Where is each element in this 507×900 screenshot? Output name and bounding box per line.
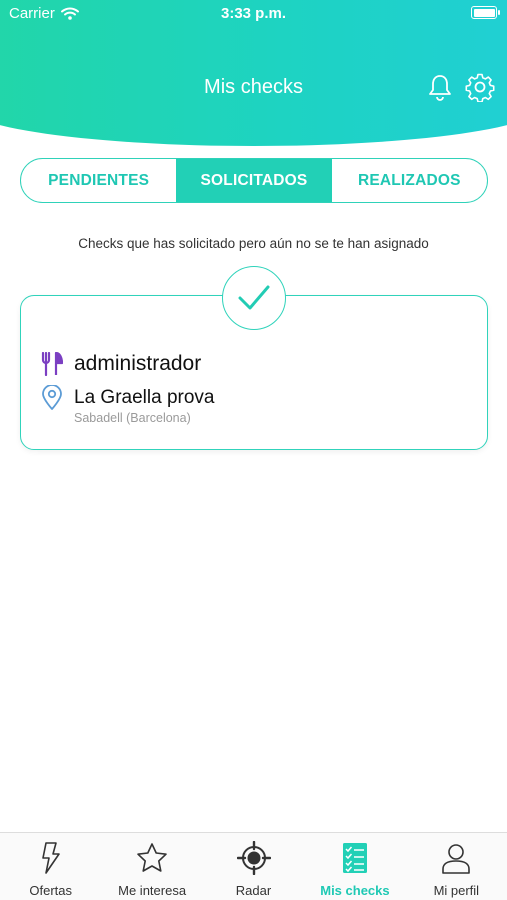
card-city: Sabadell (Barcelona): [74, 411, 191, 425]
tab-realizados[interactable]: REALIZADOS: [332, 159, 487, 202]
tabbar-label: Radar: [235, 883, 272, 898]
bell-icon[interactable]: [425, 72, 455, 102]
battery-icon: [471, 6, 500, 19]
status-time: 3:33 p.m.: [220, 5, 287, 22]
tabbar-item-mi-perfil[interactable]: Mi perfil: [406, 833, 507, 900]
card-place-row: La Graella prova: [40, 385, 214, 411]
tabbar-label: Ofertas: [29, 883, 73, 898]
card-role-row: administrador: [40, 351, 201, 377]
checkmark-icon: [222, 266, 286, 330]
tabbar-item-ofertas[interactable]: Ofertas: [0, 833, 101, 900]
bottom-tab-bar: Ofertas Me interesa Radar Mis checks Mi …: [0, 832, 507, 900]
section-subtitle: Checks que has solicitado pero aún no se…: [78, 236, 429, 251]
tabbar-label: Mis checks: [320, 883, 390, 898]
star-icon: [135, 841, 169, 875]
tabbar-item-mis-checks[interactable]: Mis checks: [304, 833, 405, 900]
gear-icon[interactable]: [465, 72, 495, 103]
tabbar-label: Mi perfil: [433, 883, 480, 898]
tabbar-item-me-interesa[interactable]: Me interesa: [101, 833, 202, 900]
tab-solicitados[interactable]: SOLICITADOS: [176, 159, 332, 202]
checklist-icon: [338, 841, 372, 875]
tabbar-label: Me interesa: [118, 883, 187, 898]
radar-icon: [236, 841, 271, 875]
screen: Carrier 3:33 p.m. Mis checks PENDIENTES …: [0, 0, 507, 900]
card-place: La Graella prova: [74, 387, 215, 408]
card-role: administrador: [74, 352, 202, 375]
tabbar-item-radar[interactable]: Radar: [203, 833, 304, 900]
user-icon: [439, 841, 473, 875]
tab-pendientes[interactable]: PENDIENTES: [21, 159, 176, 202]
location-pin-icon: [40, 385, 64, 411]
fork-knife-icon: [40, 351, 64, 377]
lightning-icon: [34, 841, 68, 875]
status-bar: Carrier 3:33 p.m.: [0, 0, 507, 30]
segmented-tabs: PENDIENTES SOLICITADOS REALIZADOS: [20, 158, 488, 203]
